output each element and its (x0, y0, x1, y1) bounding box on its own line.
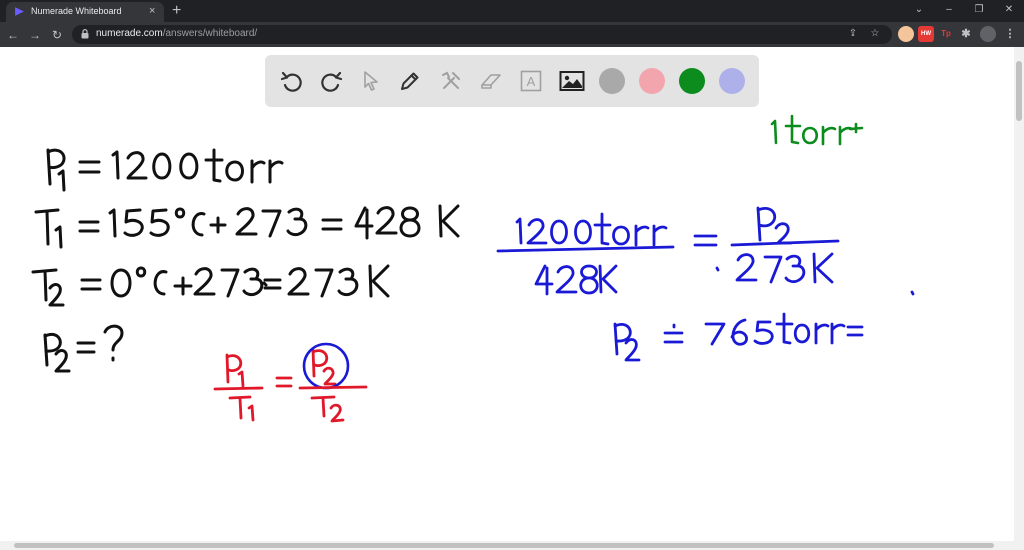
given-line-p1 (46, 148, 284, 192)
given-line-p2 (43, 324, 124, 373)
given-values (31, 148, 460, 373)
horizontal-scroll-thumb[interactable] (14, 543, 994, 548)
conversion-note (770, 114, 864, 146)
vertical-scrollbar[interactable] (1014, 47, 1024, 541)
handwriting-layer (31, 114, 915, 423)
answer-p2 (613, 290, 915, 362)
vertical-scroll-thumb[interactable] (1016, 61, 1022, 121)
given-line-t2 (31, 264, 390, 307)
gay-lussac-formula (213, 342, 368, 423)
given-line-t1 (34, 204, 460, 249)
horizontal-scrollbar[interactable] (0, 541, 1024, 550)
ratio-equation (496, 206, 840, 296)
